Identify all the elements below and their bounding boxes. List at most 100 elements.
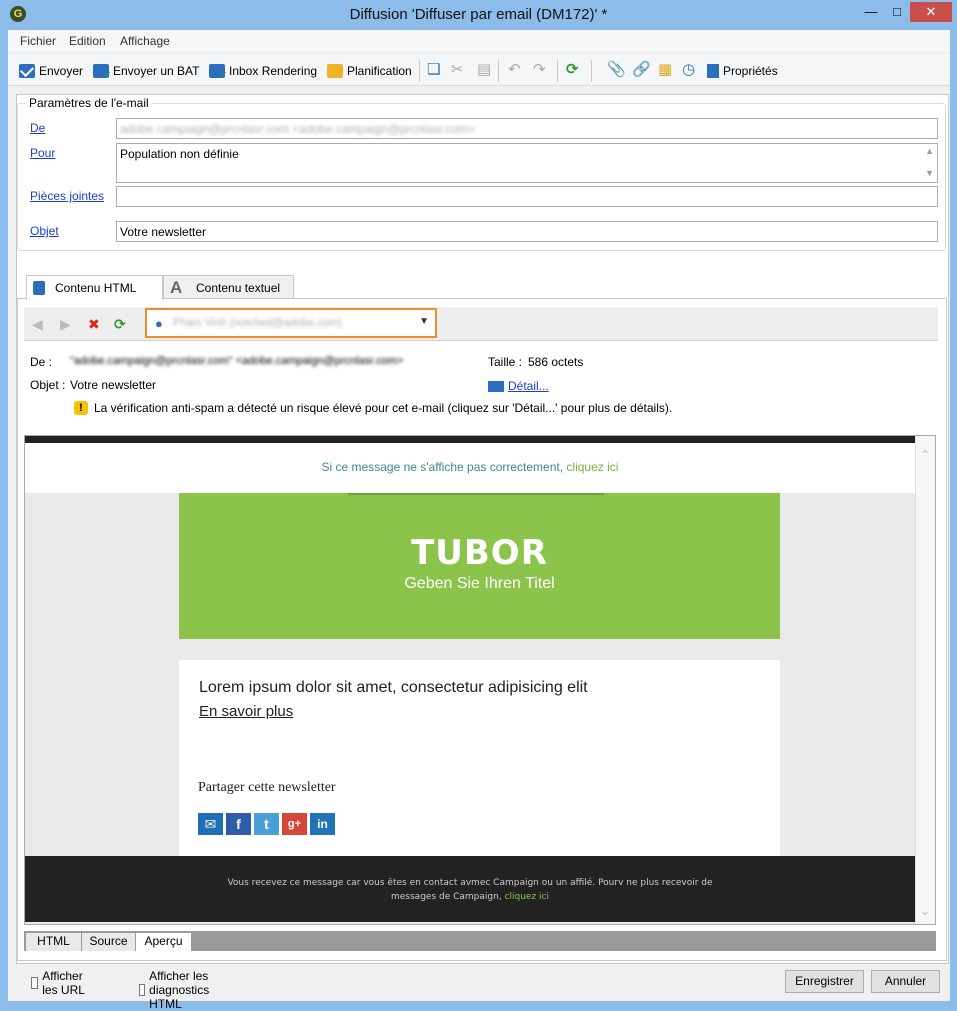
paste-icon[interactable]: ▤	[477, 61, 491, 79]
envelope-check-icon	[93, 64, 112, 82]
application-window: G Diffusion 'Diffuser par email (DM172)'…	[0, 0, 957, 1011]
footer-line-1: Vous recevez ce message car vous êtes en…	[227, 878, 713, 888]
meta-size-label: Taille :	[488, 355, 523, 369]
minimize-button[interactable]: —	[858, 2, 884, 22]
tab-preview-view[interactable]: Aperçu	[136, 933, 191, 951]
link-icon[interactable]: 🔗	[632, 61, 651, 79]
footer-line-2: messages de Campaign, cliquez ici	[25, 890, 915, 904]
hero-subtitle: Geben Sie Ihren Titel	[404, 575, 555, 592]
preview-top-band	[25, 436, 915, 443]
email-preview: Si ce message ne s'affiche pas correctem…	[24, 435, 936, 925]
tab-source-view[interactable]: Source	[82, 933, 135, 951]
content-tabs: Contenu HTML A Contenu textuel	[17, 275, 947, 300]
menu-fichier[interactable]: Fichier	[20, 34, 56, 48]
tab-html-content[interactable]: Contenu HTML	[26, 275, 163, 300]
envelope-icon	[19, 64, 35, 78]
show-diagnostics-checkbox[interactable]: Afficher les diagnostics HTML	[139, 969, 215, 1011]
linkedin-icon[interactable]: in	[310, 813, 335, 835]
preview-scrollbar[interactable]: ⌃ ⌄	[915, 436, 935, 924]
main-toolbar: Envoyer Envoyer un BAT Inbox Rendering P…	[8, 54, 950, 86]
menu-edition[interactable]: Edition	[69, 34, 106, 48]
planning-button[interactable]: Planification	[327, 62, 412, 80]
scroll-up-icon[interactable]: ⌃	[920, 448, 930, 462]
send-button[interactable]: Envoyer	[19, 62, 83, 80]
twitter-icon[interactable]: t	[254, 813, 279, 835]
inbox-rendering-label: Inbox Rendering	[229, 64, 318, 78]
scroll-down-icon[interactable]: ⌄	[920, 904, 930, 918]
google-plus-icon[interactable]: g+	[282, 813, 307, 835]
properties-label: Propriétés	[723, 64, 778, 78]
show-urls-checkbox[interactable]: Afficher les URL	[31, 969, 87, 997]
preview-header-text: Si ce message ne s'affiche pas correctem…	[321, 460, 564, 474]
meta-subject-value: Votre newsletter	[70, 378, 157, 392]
redo-icon[interactable]: ↷	[533, 61, 546, 79]
refresh-preview-icon[interactable]: ⟳	[114, 316, 126, 332]
body-text: Lorem ipsum dolor sit amet, consectetur …	[199, 679, 588, 696]
delivery-panel: Paramètres de l'e-mail De adobe.campaign…	[16, 94, 949, 1011]
properties-button[interactable]: Propriétés	[707, 62, 778, 80]
close-button[interactable]: ✕	[910, 2, 952, 22]
meta-from-value: "adobe.campaign@prcnlasr.com" <adobe.cam…	[70, 355, 404, 367]
hero-tab-stub	[348, 493, 604, 495]
html-document-icon	[33, 281, 45, 295]
recipient-value: Pham Vinh (notched@adobe.com)	[173, 317, 342, 329]
html-content-pane: ◀ ▶ ✖ ⟳ ● Pham Vinh (notched@adobe.com) …	[17, 298, 947, 961]
subject-field[interactable]: Votre newsletter	[116, 221, 938, 242]
more-link[interactable]: En savoir plus	[199, 703, 293, 720]
attachments-field[interactable]	[116, 186, 938, 207]
title-bar: G Diffusion 'Diffuser par email (DM172)'…	[0, 0, 957, 30]
preview-header-link[interactable]: cliquez ici	[566, 460, 618, 474]
copy-icon[interactable]: ❏	[427, 61, 440, 79]
show-diagnostics-label: Afficher les diagnostics HTML	[149, 969, 210, 1011]
facebook-icon[interactable]: f	[226, 813, 251, 835]
share-label: Partager cette newsletter	[198, 780, 336, 795]
window-client: Fichier Edition Affichage Envoyer Envoye…	[8, 30, 950, 1011]
schedule-icon[interactable]: ◷	[682, 61, 695, 79]
footer-line-2-text: messages de Campaign,	[391, 892, 502, 902]
meta-from-label: De :	[30, 355, 53, 369]
maximize-button[interactable]: □	[884, 2, 910, 22]
brand-logo: TUBOR	[411, 533, 548, 573]
show-urls-label: Afficher les URL	[42, 969, 85, 997]
personalization-icon[interactable]: ▦	[658, 61, 672, 79]
save-button[interactable]: Enregistrer	[785, 970, 864, 993]
preview-header: Si ce message ne s'affiche pas correctem…	[25, 443, 915, 493]
inbox-rendering-button[interactable]: Inbox Rendering	[209, 62, 318, 82]
cancel-button[interactable]: Annuler	[871, 970, 940, 993]
content-card: Lorem ipsum dolor sit amet, consectetur …	[179, 660, 780, 863]
scroll-down-icon[interactable]: ▼	[925, 168, 934, 178]
back-icon[interactable]: ◀	[32, 316, 43, 332]
attachments-link[interactable]: Pièces jointes	[30, 189, 104, 203]
tab-text-content[interactable]: A Contenu textuel	[163, 275, 294, 299]
menu-affichage[interactable]: Affichage	[120, 34, 170, 48]
meta-size-value: 586 octets	[528, 355, 584, 369]
refresh-icon[interactable]: ⟳	[566, 61, 579, 79]
detail-link[interactable]: Détail...	[508, 379, 549, 393]
from-value: adobe.campaign@prcnlasr.com <adobe.campa…	[120, 122, 476, 136]
to-link[interactable]: Pour	[30, 146, 55, 160]
to-value: Population non définie	[120, 147, 239, 161]
toolbar-separator	[591, 60, 592, 82]
send-proof-button[interactable]: Envoyer un BAT	[93, 62, 199, 82]
attachment-icon[interactable]: 📎	[607, 61, 626, 79]
menu-bar: Fichier Edition Affichage	[8, 30, 950, 52]
from-link[interactable]: De	[30, 121, 45, 135]
planning-label: Planification	[347, 64, 412, 78]
delete-icon[interactable]: ✖	[88, 316, 100, 332]
forward-icon[interactable]: ▶	[60, 316, 71, 332]
undo-icon[interactable]: ↶	[508, 61, 521, 79]
tab-html-label: Contenu HTML	[55, 281, 137, 295]
email-share-icon[interactable]: ✉	[198, 813, 223, 835]
view-mode-tabs: HTML Source Aperçu	[24, 931, 936, 951]
subject-link[interactable]: Objet	[30, 224, 59, 238]
from-field[interactable]: adobe.campaign@prcnlasr.com <adobe.campa…	[116, 118, 938, 139]
scroll-up-icon[interactable]: ▲	[925, 146, 934, 156]
toolbar-separator	[419, 60, 420, 82]
tab-html-view[interactable]: HTML	[26, 933, 81, 951]
recipient-dropdown[interactable]: ● Pham Vinh (notched@adobe.com) ▼	[145, 308, 437, 338]
preview-toolbar: ◀ ▶ ✖ ⟳ ● Pham Vinh (notched@adobe.com) …	[24, 307, 938, 341]
window-title: Diffusion 'Diffuser par email (DM172)' *	[349, 6, 608, 23]
cut-icon[interactable]: ✂	[451, 61, 464, 79]
to-field[interactable]: Population non définie ▲ ▼	[116, 143, 938, 183]
footer-link[interactable]: cliquez ici	[505, 892, 549, 902]
